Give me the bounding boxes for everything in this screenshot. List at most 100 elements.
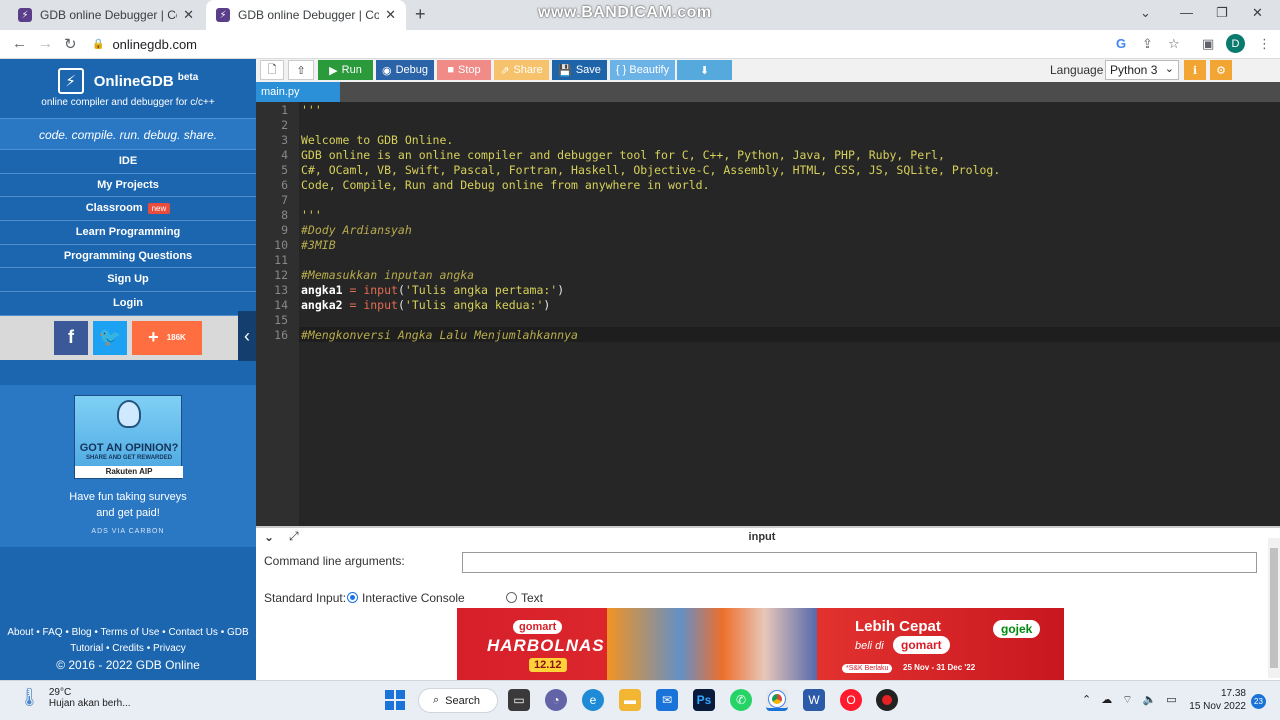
save-button[interactable]: 💾 Save xyxy=(552,60,607,80)
minimize-button[interactable]: — xyxy=(1180,5,1193,20)
new-tab-button[interactable]: + xyxy=(415,4,426,25)
ad-text[interactable]: Have fun taking surveys and get paid! xyxy=(0,489,256,521)
ads-via-carbon-link[interactable]: ADS VIA CARBON xyxy=(0,528,256,535)
collapse-sidebar-button[interactable]: ‹ xyxy=(238,311,256,361)
code-line[interactable]: #Memasukkan inputan angka xyxy=(301,268,474,282)
url-field[interactable]: 🔒 onlinegdb.com xyxy=(92,33,1192,55)
footer-links-2[interactable]: Tutorial • Credits • Privacy xyxy=(0,641,256,657)
bandicam-icon[interactable] xyxy=(876,689,898,711)
chat-icon[interactable]: ◔ xyxy=(545,689,567,711)
input-panel-title: input xyxy=(256,528,1268,546)
battery-icon[interactable]: ▭ xyxy=(1166,693,1176,707)
sidebar-item-classroom[interactable]: Classroom new xyxy=(0,197,256,222)
info-button[interactable]: ℹ xyxy=(1184,60,1206,80)
code-editor[interactable]: 1 2 3 4 5 6 7 8 9 10 11 12 13 14 15 16 ''' Welcome to GD… xyxy=(256,102,1280,526)
download-button[interactable]: ⬇ xyxy=(677,60,732,80)
wifi-icon[interactable]: ⌔ xyxy=(1122,693,1132,707)
file-tab-main[interactable]: main.py xyxy=(256,82,340,102)
interactive-console-label[interactable]: Interactive Console xyxy=(362,591,465,605)
cloud-icon[interactable]: ☁ xyxy=(1101,693,1112,707)
text-label[interactable]: Text xyxy=(521,591,543,605)
upload-button[interactable]: ⇧ xyxy=(288,60,314,80)
code-line[interactable]: GDB online is an online compiler and deb… xyxy=(301,148,945,162)
sidebar-item-login[interactable]: Login xyxy=(0,292,256,316)
code-line[interactable]: C#, OCaml, VB, Swift, Pascal, Fortran, H… xyxy=(301,163,1000,177)
chevron-up-icon[interactable]: ⌃ xyxy=(1082,693,1091,707)
sidebar-item-my-projects[interactable]: My Projects xyxy=(0,173,256,198)
code-line[interactable]: ''' xyxy=(301,208,322,222)
file-explorer-icon[interactable]: ▬ xyxy=(619,689,641,711)
back-icon[interactable]: ← xyxy=(12,35,27,52)
tab-search-icon[interactable]: ⌄ xyxy=(1140,5,1151,21)
share-more-button[interactable]: +186K xyxy=(132,320,202,355)
clock[interactable]: 17.38 15 Nov 2022 xyxy=(1186,687,1246,713)
reload-icon[interactable]: ↻ xyxy=(64,35,77,53)
google-translate-icon[interactable]: G xyxy=(1116,36,1126,51)
code-line[interactable]: #Mengkonversi Angka Lalu Menjumlahkannya xyxy=(301,328,578,342)
opera-icon[interactable]: O xyxy=(840,689,862,711)
stop-button[interactable]: ■ Stop xyxy=(437,60,491,80)
footer-links[interactable]: About • FAQ • Blog • Terms of Use • Cont… xyxy=(0,625,256,641)
edge-icon[interactable]: e xyxy=(582,689,604,711)
scrollbar-thumb[interactable] xyxy=(1270,548,1278,668)
twitter-button[interactable]: 🐦 xyxy=(93,320,127,355)
browser-tab-active[interactable]: ⚡ GDB online Debugger | Compiler - Code,… xyxy=(206,0,406,30)
word-icon[interactable]: W xyxy=(803,689,825,711)
close-window-button[interactable]: ✕ xyxy=(1252,5,1263,21)
temperature: 29°C xyxy=(48,687,72,698)
sidebar-item-sign-up[interactable]: Sign Up xyxy=(0,268,256,293)
taskbar-search[interactable]: ⌕ Search xyxy=(418,688,498,713)
close-tab-icon[interactable]: ✕ xyxy=(183,7,194,23)
run-button[interactable]: ▶ Run xyxy=(318,60,373,80)
code-line[interactable]: Code, Compile, Run and Debug online from… xyxy=(301,178,710,192)
browser-tab[interactable]: ⚡ GDB online Debugger | Compiler - Code,… xyxy=(8,0,204,30)
notification-badge[interactable]: 23 xyxy=(1251,694,1266,709)
start-button[interactable] xyxy=(384,689,406,711)
brand-header[interactable]: ⚡ OnlineGDB beta online compiler and debu… xyxy=(0,59,256,118)
settings-button[interactable]: ⚙ xyxy=(1210,60,1232,80)
chevron-down-icon[interactable]: ⌄ xyxy=(264,530,274,544)
carbon-ad[interactable]: GOT AN OPINION? SHARE AND GET REWARDED R… xyxy=(0,385,256,547)
expand-icon[interactable]: ⤢ xyxy=(289,529,299,544)
volume-icon[interactable]: 🔈 xyxy=(1143,693,1157,707)
code-line[interactable]: angka1 = input('Tulis angka pertama:') xyxy=(301,283,564,297)
date-tag: 12.12 xyxy=(529,658,567,672)
scrollbar[interactable] xyxy=(1268,538,1280,678)
whatsapp-icon[interactable]: ✆ xyxy=(730,689,752,711)
share-button[interactable]: ⇗ Share xyxy=(494,60,549,80)
language-select[interactable]: Python 3 ⌄ xyxy=(1105,60,1179,80)
code-line[interactable]: Welcome to GDB Online. xyxy=(301,133,453,147)
facebook-button[interactable]: f xyxy=(54,320,88,355)
line-number: 2 xyxy=(281,118,288,132)
share-page-icon[interactable]: ⇪ xyxy=(1142,36,1153,52)
code-line[interactable]: angka2 = input('Tulis angka kedua:') xyxy=(301,298,550,312)
mail-icon[interactable]: ✉ xyxy=(656,689,678,711)
bookmark-star-icon[interactable]: ☆ xyxy=(1168,36,1180,52)
photoshop-icon[interactable]: Ps xyxy=(693,689,715,711)
forward-icon[interactable]: → xyxy=(38,35,53,52)
banner-beli-di: beli di xyxy=(855,640,884,652)
ad-banner[interactable]: gomart HARBOLNAS 12.12 Lebih Cepat beli … xyxy=(457,608,1064,680)
profile-avatar[interactable]: D xyxy=(1226,34,1245,53)
side-panel-icon[interactable]: ▣ xyxy=(1202,36,1214,52)
maximize-button[interactable]: ❐ xyxy=(1216,5,1228,21)
sidebar-item-programming-questions[interactable]: Programming Questions xyxy=(0,244,256,269)
task-view-icon[interactable]: ▭ xyxy=(508,689,530,711)
close-tab-icon[interactable]: ✕ xyxy=(385,7,396,23)
beautify-button[interactable]: { } Beautify xyxy=(610,60,675,80)
sidebar-item-learn-programming[interactable]: Learn Programming xyxy=(0,221,256,245)
code-line[interactable]: #Dody Ardiansyah xyxy=(301,223,412,237)
ad-image[interactable]: GOT AN OPINION? SHARE AND GET REWARDED R… xyxy=(74,395,183,479)
cmd-args-input[interactable] xyxy=(462,552,1257,573)
interactive-console-radio[interactable] xyxy=(347,592,358,603)
new-file-button[interactable]: 🗋 xyxy=(260,60,284,80)
weather-desc: Hujan akan berh... xyxy=(48,698,131,709)
chrome-menu-icon[interactable]: ⋮ xyxy=(1258,36,1271,52)
code-line[interactable]: ''' xyxy=(301,103,322,117)
weather-widget[interactable]: 🌡 29°C Hujan akan berh... xyxy=(18,687,131,709)
debug-button[interactable]: ◉ Debug xyxy=(376,60,434,80)
code-line[interactable]: #3MIB xyxy=(301,238,336,252)
text-radio[interactable] xyxy=(506,592,517,603)
sidebar-item-ide[interactable]: IDE xyxy=(0,150,256,174)
chrome-icon[interactable] xyxy=(766,689,788,711)
